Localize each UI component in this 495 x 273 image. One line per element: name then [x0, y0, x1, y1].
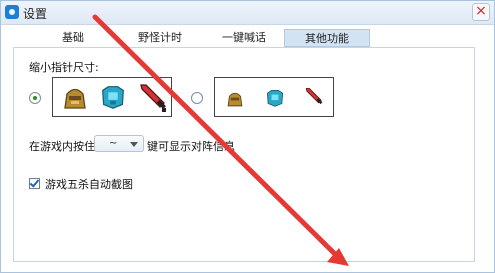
- tab-other-features[interactable]: 其他功能: [284, 29, 370, 47]
- window-title: 设置: [23, 7, 48, 21]
- close-button[interactable]: ×: [472, 3, 490, 21]
- armor-icon: [98, 82, 128, 116]
- armor-icon: [264, 87, 286, 113]
- tab-monster-timer[interactable]: 野怪计时: [132, 29, 188, 47]
- hotkey-value: ~: [109, 138, 118, 149]
- cursor-large-preview: [52, 77, 172, 117]
- auto-screenshot-checkbox[interactable]: [29, 178, 40, 189]
- hotkey-suffix-label: 键可显示对阵信息: [147, 140, 235, 153]
- title-bar: 设置 ×: [1, 1, 494, 25]
- hotkey-dropdown[interactable]: ~: [94, 135, 144, 152]
- cursor-size-large-radio[interactable]: [29, 92, 41, 104]
- auto-screenshot-label: 游戏五杀自动截图: [45, 178, 133, 191]
- chevron-down-icon: [130, 142, 138, 147]
- cursor-size-small-radio[interactable]: [191, 92, 203, 104]
- hotkey-prefix-label: 在游戏内按住: [29, 140, 95, 153]
- cursor-size-label: 缩小指针尺寸:: [29, 61, 99, 74]
- settings-window: 设置 × 基础 野怪计时 一键喊话 其他功能 缩小指针尺寸: 在游戏内按住 ~ …: [0, 0, 495, 273]
- helmet-icon: [59, 82, 91, 118]
- tab-basic[interactable]: 基础: [56, 29, 90, 47]
- app-icon: [5, 5, 19, 19]
- sword-icon: [136, 81, 170, 119]
- sword-icon: [303, 86, 325, 112]
- helmet-icon: [224, 88, 246, 114]
- cursor-small-preview: [214, 77, 334, 117]
- tab-quick-chat[interactable]: 一键喊话: [216, 29, 272, 47]
